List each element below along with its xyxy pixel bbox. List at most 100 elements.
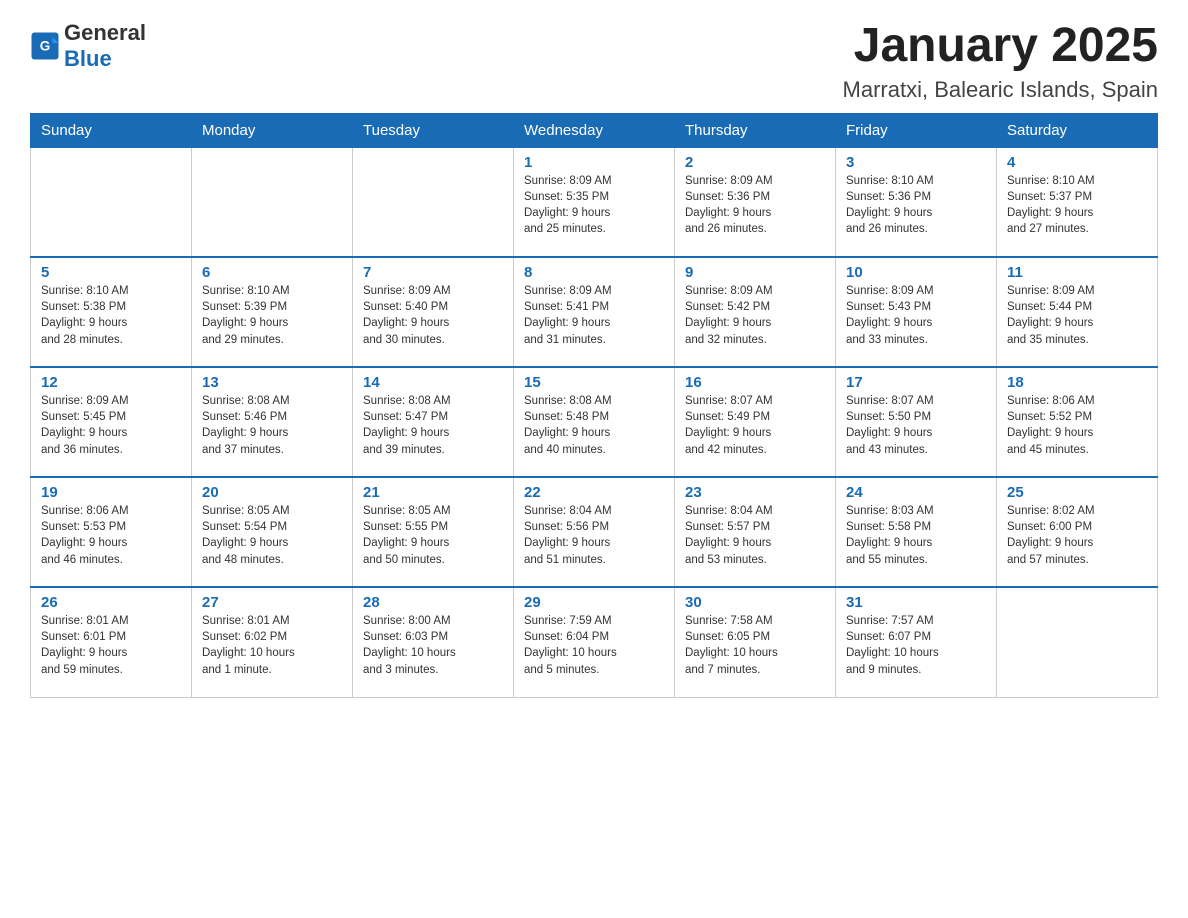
day-number: 3 xyxy=(846,154,986,171)
day-number: 6 xyxy=(202,264,342,281)
calendar-cell xyxy=(353,147,514,257)
day-number: 10 xyxy=(846,264,986,281)
calendar-cell: 13 Sunrise: 8:08 AM Sunset: 5:46 PM Dayli… xyxy=(192,367,353,477)
day-number: 1 xyxy=(524,154,664,171)
day-info: Sunrise: 8:09 AM Sunset: 5:44 PM Dayligh… xyxy=(1007,283,1147,347)
calendar-cell: 14 Sunrise: 8:08 AM Sunset: 5:47 PM Dayli… xyxy=(353,367,514,477)
day-info: Sunrise: 8:09 AM Sunset: 5:42 PM Dayligh… xyxy=(685,283,825,347)
day-number: 5 xyxy=(41,264,181,281)
calendar-week-row: 1Sunrise: 8:09 AM Sunset: 5:35 PM Daylig… xyxy=(31,147,1158,257)
day-info: Sunrise: 8:10 AM Sunset: 5:38 PM Dayligh… xyxy=(41,283,181,347)
day-number: 17 xyxy=(846,374,986,391)
calendar-cell: 9 Sunrise: 8:09 AM Sunset: 5:42 PM Daylig… xyxy=(675,257,836,367)
calendar-cell: 10 Sunrise: 8:09 AM Sunset: 5:43 PM Dayli… xyxy=(836,257,997,367)
calendar-week-row: 26Sunrise: 8:01 AM Sunset: 6:01 PM Dayli… xyxy=(31,587,1158,697)
calendar-cell: 22 Sunrise: 8:04 AM Sunset: 5:56 PM Dayli… xyxy=(514,477,675,587)
calendar-cell: 16 Sunrise: 8:07 AM Sunset: 5:49 PM Dayli… xyxy=(675,367,836,477)
calendar-cell: 21 Sunrise: 8:05 AM Sunset: 5:55 PM Dayli… xyxy=(353,477,514,587)
calendar-cell: 25 Sunrise: 8:02 AM Sunset: 6:00 PM Dayli… xyxy=(997,477,1158,587)
calendar-cell: 23Sunrise: 8:04 AM Sunset: 5:57 PM Dayli… xyxy=(675,477,836,587)
location-title: Marratxi, Balearic Islands, Spain xyxy=(843,77,1158,103)
day-info: Sunrise: 8:10 AM Sunset: 5:39 PM Dayligh… xyxy=(202,283,342,347)
day-info: Sunrise: 8:03 AM Sunset: 5:58 PM Dayligh… xyxy=(846,503,986,567)
weekday-header-tuesday: Tuesday xyxy=(353,113,514,147)
calendar-week-row: 12 Sunrise: 8:09 AM Sunset: 5:45 PM Dayli… xyxy=(31,367,1158,477)
calendar-cell: 1Sunrise: 8:09 AM Sunset: 5:35 PM Daylig… xyxy=(514,147,675,257)
calendar-cell: 30 Sunrise: 7:58 AM Sunset: 6:05 PM Dayli… xyxy=(675,587,836,697)
calendar-cell xyxy=(192,147,353,257)
calendar-cell: 17 Sunrise: 8:07 AM Sunset: 5:50 PM Dayli… xyxy=(836,367,997,477)
day-number: 12 xyxy=(41,374,181,391)
day-number: 22 xyxy=(524,484,664,501)
day-info: Sunrise: 7:58 AM Sunset: 6:05 PM Dayligh… xyxy=(685,613,825,677)
calendar-cell: 11 Sunrise: 8:09 AM Sunset: 5:44 PM Dayli… xyxy=(997,257,1158,367)
page-header: G General Blue January 2025 Marratxi, Ba… xyxy=(30,20,1158,103)
day-number: 4 xyxy=(1007,154,1147,171)
day-number: 29 xyxy=(524,594,664,611)
day-number: 27 xyxy=(202,594,342,611)
day-info: Sunrise: 8:10 AM Sunset: 5:37 PM Dayligh… xyxy=(1007,173,1147,237)
weekday-header-wednesday: Wednesday xyxy=(514,113,675,147)
day-number: 14 xyxy=(363,374,503,391)
weekday-header-sunday: Sunday xyxy=(31,113,192,147)
day-number: 7 xyxy=(363,264,503,281)
title-block: January 2025 Marratxi, Balearic Islands,… xyxy=(843,20,1158,103)
calendar-week-row: 5 Sunrise: 8:10 AM Sunset: 5:38 PM Daylig… xyxy=(31,257,1158,367)
logo-general-text: General xyxy=(64,20,146,45)
month-title: January 2025 xyxy=(843,20,1158,73)
day-number: 28 xyxy=(363,594,503,611)
day-number: 13 xyxy=(202,374,342,391)
day-number: 16 xyxy=(685,374,825,391)
day-number: 25 xyxy=(1007,484,1147,501)
day-number: 24 xyxy=(846,484,986,501)
day-info: Sunrise: 8:09 AM Sunset: 5:45 PM Dayligh… xyxy=(41,393,181,457)
calendar-cell: 5 Sunrise: 8:10 AM Sunset: 5:38 PM Daylig… xyxy=(31,257,192,367)
day-info: Sunrise: 8:06 AM Sunset: 5:52 PM Dayligh… xyxy=(1007,393,1147,457)
day-info: Sunrise: 8:01 AM Sunset: 6:02 PM Dayligh… xyxy=(202,613,342,677)
calendar-cell: 18Sunrise: 8:06 AM Sunset: 5:52 PM Dayli… xyxy=(997,367,1158,477)
day-info: Sunrise: 8:08 AM Sunset: 5:46 PM Dayligh… xyxy=(202,393,342,457)
calendar-cell: 31 Sunrise: 7:57 AM Sunset: 6:07 PM Dayli… xyxy=(836,587,997,697)
day-info: Sunrise: 8:08 AM Sunset: 5:47 PM Dayligh… xyxy=(363,393,503,457)
weekday-header-saturday: Saturday xyxy=(997,113,1158,147)
calendar-cell xyxy=(997,587,1158,697)
calendar-cell xyxy=(31,147,192,257)
calendar-cell: 27 Sunrise: 8:01 AM Sunset: 6:02 PM Dayli… xyxy=(192,587,353,697)
day-info: Sunrise: 8:02 AM Sunset: 6:00 PM Dayligh… xyxy=(1007,503,1147,567)
logo-icon: G xyxy=(30,31,60,61)
day-info: Sunrise: 8:07 AM Sunset: 5:50 PM Dayligh… xyxy=(846,393,986,457)
day-number: 19 xyxy=(41,484,181,501)
day-info: Sunrise: 8:04 AM Sunset: 5:57 PM Dayligh… xyxy=(685,503,825,567)
calendar-cell: 19 Sunrise: 8:06 AM Sunset: 5:53 PM Dayli… xyxy=(31,477,192,587)
calendar-week-row: 19 Sunrise: 8:06 AM Sunset: 5:53 PM Dayli… xyxy=(31,477,1158,587)
day-info: Sunrise: 8:00 AM Sunset: 6:03 PM Dayligh… xyxy=(363,613,503,677)
day-number: 8 xyxy=(524,264,664,281)
day-info: Sunrise: 8:06 AM Sunset: 5:53 PM Dayligh… xyxy=(41,503,181,567)
calendar-cell: 20Sunrise: 8:05 AM Sunset: 5:54 PM Dayli… xyxy=(192,477,353,587)
day-number: 15 xyxy=(524,374,664,391)
day-info: Sunrise: 8:04 AM Sunset: 5:56 PM Dayligh… xyxy=(524,503,664,567)
calendar-cell: 24 Sunrise: 8:03 AM Sunset: 5:58 PM Dayli… xyxy=(836,477,997,587)
calendar-cell: 15 Sunrise: 8:08 AM Sunset: 5:48 PM Dayli… xyxy=(514,367,675,477)
day-info: Sunrise: 8:05 AM Sunset: 5:54 PM Dayligh… xyxy=(202,503,342,567)
day-number: 9 xyxy=(685,264,825,281)
day-info: Sunrise: 8:09 AM Sunset: 5:43 PM Dayligh… xyxy=(846,283,986,347)
day-number: 26 xyxy=(41,594,181,611)
day-number: 30 xyxy=(685,594,825,611)
calendar-cell: 3 Sunrise: 8:10 AM Sunset: 5:36 PM Daylig… xyxy=(836,147,997,257)
calendar-cell: 28 Sunrise: 8:00 AM Sunset: 6:03 PM Dayli… xyxy=(353,587,514,697)
calendar-table: SundayMondayTuesdayWednesdayThursdayFrid… xyxy=(30,113,1158,698)
day-number: 11 xyxy=(1007,264,1147,281)
day-info: Sunrise: 8:09 AM Sunset: 5:36 PM Dayligh… xyxy=(685,173,825,237)
calendar-cell: 12 Sunrise: 8:09 AM Sunset: 5:45 PM Dayli… xyxy=(31,367,192,477)
calendar-cell: 26Sunrise: 8:01 AM Sunset: 6:01 PM Dayli… xyxy=(31,587,192,697)
day-info: Sunrise: 8:10 AM Sunset: 5:36 PM Dayligh… xyxy=(846,173,986,237)
day-info: Sunrise: 8:09 AM Sunset: 5:40 PM Dayligh… xyxy=(363,283,503,347)
weekday-header-row: SundayMondayTuesdayWednesdayThursdayFrid… xyxy=(31,113,1158,147)
day-number: 21 xyxy=(363,484,503,501)
day-info: Sunrise: 8:05 AM Sunset: 5:55 PM Dayligh… xyxy=(363,503,503,567)
day-info: Sunrise: 8:07 AM Sunset: 5:49 PM Dayligh… xyxy=(685,393,825,457)
day-info: Sunrise: 8:08 AM Sunset: 5:48 PM Dayligh… xyxy=(524,393,664,457)
day-info: Sunrise: 7:57 AM Sunset: 6:07 PM Dayligh… xyxy=(846,613,986,677)
day-number: 31 xyxy=(846,594,986,611)
